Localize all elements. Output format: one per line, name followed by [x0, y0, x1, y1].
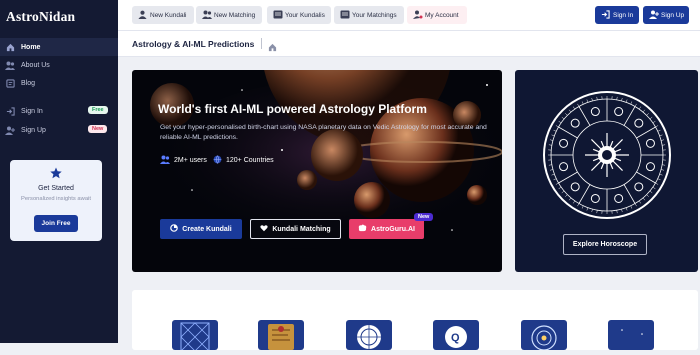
home-icon[interactable] [268, 39, 277, 57]
page-title: Astrology & AI-ML Predictions [132, 39, 254, 49]
explore-horoscope-button[interactable]: Explore Horoscope [563, 234, 647, 255]
new-tag: New [414, 213, 433, 221]
your-matchings-button[interactable]: Your Matchings [334, 6, 404, 24]
sign-in-button[interactable]: Sign In [595, 6, 639, 24]
sidebar-item-blog[interactable]: Blog [0, 74, 118, 92]
tab-label: My Account [425, 12, 459, 19]
sidebar-item-about[interactable]: About Us [0, 56, 118, 74]
sign-up-button[interactable]: Sign Up [643, 6, 689, 24]
create-kundali-button[interactable]: Create Kundali [160, 219, 242, 239]
hero-title: World's first AI-ML powered Astrology Pl… [158, 102, 427, 116]
astrolabe-icon[interactable] [346, 320, 392, 350]
zodiac-wheel-icon [542, 90, 672, 220]
sidebar-item-sign-in[interactable]: Sign In Free [0, 102, 118, 120]
sidebar-item-label: About Us [21, 62, 50, 69]
join-free-button[interactable]: Join Free [34, 215, 78, 232]
tab-label: Your Matchings [352, 12, 397, 19]
users-icon [160, 155, 170, 166]
astroguru-label: AstroGuru.AI [371, 226, 415, 233]
tab-label: New Matching [214, 12, 255, 19]
sidebar-item-home[interactable]: Home [0, 38, 118, 56]
sidebar-item-label: Home [21, 44, 40, 51]
tab-label: Your Kundalis [285, 12, 325, 19]
ai-head-icon[interactable]: Q [433, 320, 479, 350]
user-icon [138, 10, 148, 20]
new-matching-button[interactable]: New Matching [196, 6, 262, 24]
tab-label: New Kundali [150, 12, 187, 19]
get-started-text: Personalized insights await [10, 195, 102, 204]
horoscope-card: Explore Horoscope [515, 70, 698, 272]
sign-up-label: Sign Up [661, 12, 684, 19]
astroguru-button[interactable]: AstroGuru.AI [349, 219, 424, 239]
sign-in-icon [5, 106, 15, 116]
new-kundali-button[interactable]: New Kundali [132, 6, 194, 24]
hero-banner: World's first AI-ML powered Astrology Pl… [132, 70, 502, 272]
my-account-button[interactable]: My Account [407, 6, 467, 24]
users-icon [202, 10, 212, 20]
svg-text:Q: Q [451, 332, 460, 344]
users-stat: 2M+ users [160, 155, 207, 166]
user-cog-icon [413, 10, 423, 20]
heart-icon [260, 224, 268, 234]
home-icon [5, 42, 15, 52]
star-icon [50, 166, 62, 184]
sign-in-icon [601, 10, 610, 21]
users-icon [5, 60, 15, 70]
get-started-title: Get Started [10, 185, 102, 192]
sidebar-item-label: Blog [21, 80, 35, 87]
breadcrumb: Astrology & AI-ML Predictions [118, 31, 700, 57]
planets-illustration [132, 70, 502, 272]
list-icon [340, 10, 350, 20]
kundali-matching-button[interactable]: Kundali Matching [250, 219, 341, 239]
sign-up-icon [5, 125, 15, 135]
create-kundali-label: Create Kundali [182, 226, 231, 233]
brand-logo[interactable]: AstroNidan [6, 9, 75, 25]
sidebar-item-sign-up[interactable]: Sign Up New [0, 121, 118, 139]
sidebar-item-label: Sign In [21, 108, 43, 115]
chart-icon [170, 224, 178, 234]
moon-icon[interactable] [608, 320, 654, 350]
brain-icon [358, 224, 367, 234]
your-kundalis-button[interactable]: Your Kundalis [267, 6, 331, 24]
new-badge: New [88, 125, 107, 133]
blog-icon [5, 78, 15, 88]
sidebar: AstroNidan Home About Us Blog Sign In Fr… [0, 0, 118, 343]
breadcrumb-divider [261, 38, 262, 49]
get-started-card: Get Started Personalized insights await … [10, 160, 102, 241]
kundali-matching-label: Kundali Matching [272, 226, 330, 233]
sidebar-item-label: Sign Up [21, 127, 46, 134]
globe-icon [213, 155, 222, 166]
sign-in-label: Sign In [613, 12, 633, 19]
features-panel: Q [132, 290, 698, 350]
horoscope-wheel-icon[interactable] [521, 320, 567, 350]
sign-up-icon [649, 10, 659, 21]
countries-stat-label: 120+ Countries [226, 157, 274, 164]
users-stat-label: 2M+ users [174, 157, 207, 164]
list-icon [273, 10, 283, 20]
scroll-icon[interactable] [258, 320, 304, 350]
hero-subtitle: Get your hyper-personalised birth-chart … [160, 123, 490, 143]
kundali-chart-icon[interactable] [172, 320, 218, 350]
free-badge: Free [88, 106, 108, 114]
top-bar: New Kundali New Matching Your Kundalis Y… [118, 0, 700, 31]
countries-stat: 120+ Countries [213, 155, 274, 166]
